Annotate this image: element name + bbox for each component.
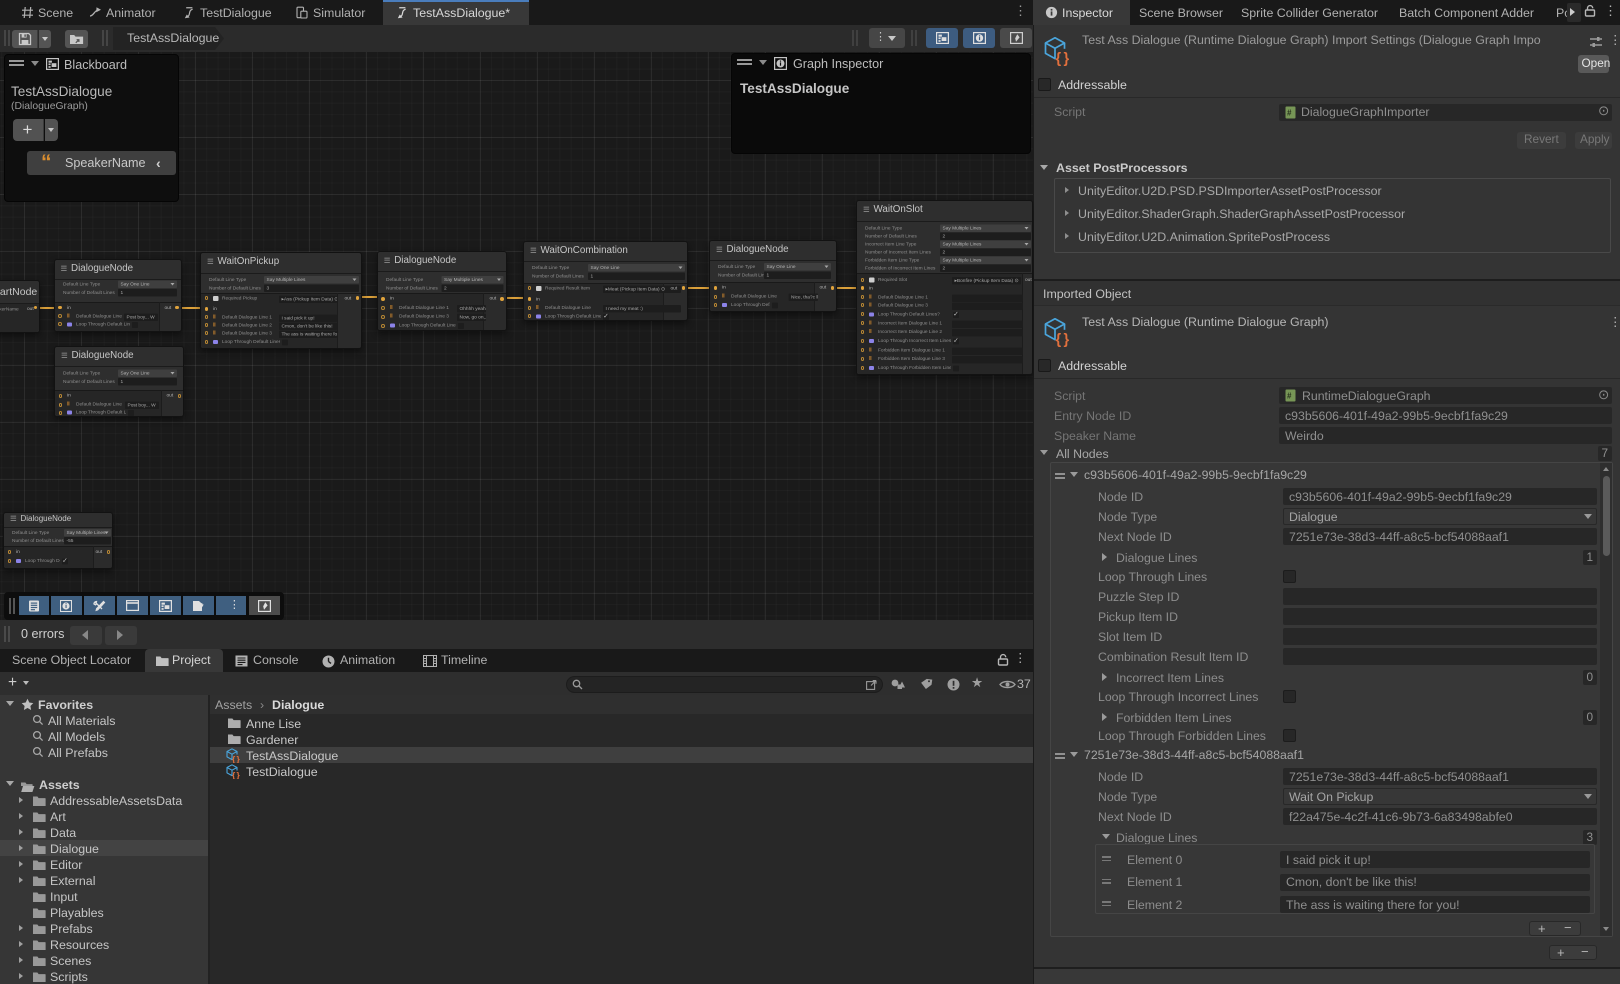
svg-text:{: { xyxy=(232,770,236,779)
svg-text:{: { xyxy=(232,754,236,763)
svg-text:{: { xyxy=(1056,332,1062,347)
svg-text:}: } xyxy=(237,754,241,763)
svg-text:#: # xyxy=(1287,392,1292,401)
svg-text:}: } xyxy=(1064,332,1070,347)
svg-text:}: } xyxy=(237,770,241,779)
svg-text:}: } xyxy=(1064,51,1070,66)
svg-text:#: # xyxy=(1287,108,1292,117)
svg-text:{: { xyxy=(1056,51,1062,66)
